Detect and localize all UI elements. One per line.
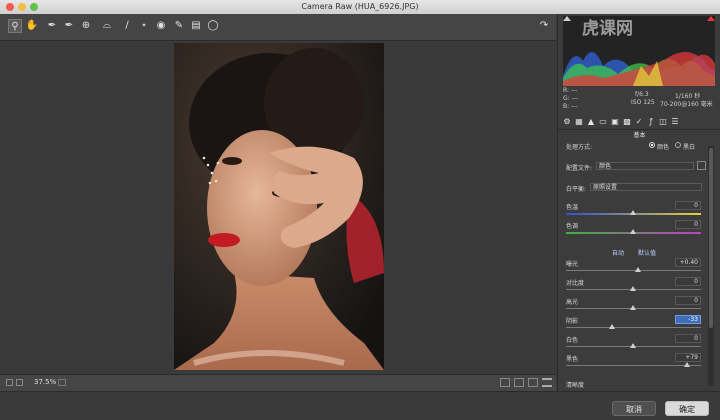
swap-settings-icon[interactable] <box>514 378 524 387</box>
lens-corrections-tab-icon[interactable]: ▩ <box>622 117 632 127</box>
panel-tabs: ⚙ ▦ ▲ ▭ ▣ ▩ ✓ ƒ ◫ ☰ <box>558 115 720 130</box>
profile-select[interactable]: 颜色 <box>596 162 694 170</box>
crop-icon[interactable]: ⌓ <box>100 19 114 33</box>
g-value: --- <box>571 95 579 102</box>
r-value: --- <box>570 87 578 94</box>
aperture: f/6.3 <box>635 91 649 98</box>
whites-value[interactable]: 0 <box>675 334 701 343</box>
b-label: B: <box>563 103 570 110</box>
treatment-bw-radio[interactable] <box>675 142 681 148</box>
blacks-label: 黑色 <box>566 356 579 363</box>
red-eye-icon[interactable]: ◉ <box>154 19 168 33</box>
fx-tab-icon[interactable]: ƒ <box>646 117 656 127</box>
white-balance-icon[interactable]: ✒ <box>45 19 59 33</box>
whites-slider-thumb[interactable] <box>630 343 636 348</box>
tone-curve-tab-icon[interactable]: ▦ <box>574 117 584 127</box>
open-preferences-icon[interactable]: ↷ <box>537 19 551 33</box>
white-balance-select[interactable]: 原照设置 <box>590 183 702 191</box>
basic-tab-icon[interactable]: ⚙ <box>562 117 572 127</box>
profile-browser-icon[interactable] <box>697 161 706 170</box>
detail-tab-icon[interactable]: ▲ <box>586 117 596 127</box>
temperature-value[interactable]: 0 <box>675 201 701 210</box>
section-title: 基本 <box>633 132 646 139</box>
highlights-value[interactable]: 0 <box>675 296 701 305</box>
clarity-label: 清晰度 <box>566 382 585 389</box>
tint-slider-thumb[interactable] <box>630 229 636 234</box>
tint-label: 色调 <box>566 223 579 230</box>
zoom-window-button[interactable] <box>30 3 38 11</box>
r-label: R: <box>563 87 570 94</box>
default-button[interactable]: 默认值 <box>638 248 656 257</box>
zoom-in-button[interactable] <box>16 379 23 386</box>
exposure-label: 曝光 <box>566 261 579 268</box>
spot-removal-icon[interactable]: ⋆ <box>137 19 151 33</box>
contrast-value[interactable]: 0 <box>675 277 701 286</box>
blacks-track[interactable] <box>566 365 701 366</box>
b-value: --- <box>571 103 578 110</box>
effects-tab-icon[interactable]: ✓ <box>634 117 644 127</box>
close-window-button[interactable] <box>6 3 14 11</box>
ok-button[interactable]: 确定 <box>665 401 709 416</box>
profile-label: 配置文件: <box>566 165 593 172</box>
zoom-dropdown-button[interactable] <box>58 379 66 386</box>
presets-tab-icon[interactable]: ☰ <box>670 117 680 127</box>
preview-status-bar: 37.5% <box>0 374 556 391</box>
targeted-adjustment-icon[interactable]: ⊕ <box>79 19 93 33</box>
auto-button[interactable]: 自动 <box>612 248 624 257</box>
radial-filter-icon[interactable]: ◯ <box>206 19 220 33</box>
calibration-tab-icon[interactable]: ◫ <box>658 117 668 127</box>
contrast-slider-thumb[interactable] <box>630 286 636 291</box>
blacks-value[interactable]: +79 <box>675 353 701 362</box>
iso: ISO 125 <box>631 99 655 106</box>
whites-label: 白色 <box>566 337 579 344</box>
highlights-slider-thumb[interactable] <box>630 305 636 310</box>
shadows-value[interactable]: -33 <box>675 315 701 324</box>
zoom-icon[interactable]: ⚲ <box>8 19 22 33</box>
hand-icon[interactable]: ✋ <box>25 19 39 33</box>
exposure-value[interactable]: +0.40 <box>675 258 701 267</box>
blacks-slider-thumb[interactable] <box>684 362 690 367</box>
scrollbar-thumb[interactable] <box>709 148 713 328</box>
temperature-label: 色温 <box>566 204 579 211</box>
adjustment-brush-icon[interactable]: ✎ <box>172 19 186 33</box>
dialog-footer: 取消 确定 <box>0 391 720 420</box>
treatment-color-label: 颜色 <box>657 144 670 151</box>
before-after-toggle-icon[interactable] <box>500 378 510 387</box>
treatment-color-radio[interactable] <box>649 142 655 148</box>
title-bar: Camera Raw (HUA_6926.JPG) <box>0 0 720 14</box>
straighten-icon[interactable]: ∕ <box>120 19 134 33</box>
graduated-filter-icon[interactable]: ▤ <box>189 19 203 33</box>
tint-value[interactable]: 0 <box>675 220 701 229</box>
highlights-label: 高光 <box>566 299 579 306</box>
portrait-image <box>174 43 384 370</box>
temperature-slider-thumb[interactable] <box>630 210 636 215</box>
zoom-out-button[interactable] <box>6 379 13 386</box>
color-sampler-icon[interactable]: ✒ <box>62 19 76 33</box>
focal-length: 70-200@160 毫米 <box>660 101 713 108</box>
window-title: Camera Raw (HUA_6926.JPG) <box>301 2 419 11</box>
minimize-window-button[interactable] <box>18 3 26 11</box>
treatment-bw-label: 黑白 <box>683 144 696 151</box>
shadows-track[interactable] <box>566 327 701 328</box>
exposure-track[interactable] <box>566 270 701 271</box>
panel-scrollbar[interactable] <box>708 146 714 386</box>
treatment-label: 处理方式: <box>566 144 593 151</box>
white-balance-label: 白平衡: <box>566 186 587 193</box>
shadows-slider-thumb[interactable] <box>609 324 615 329</box>
split-toning-tab-icon[interactable]: ▣ <box>610 117 620 127</box>
camera-info: R: --- G: --- B: --- f/6.3 1/160 秒 ISO 1… <box>563 86 715 112</box>
toolbar: ⚲ ✋ ✒ ✒ ⊕ ⌓ ∕ ⋆ ◉ ✎ ▤ ◯ ↷ <box>0 14 556 41</box>
exposure-slider-thumb[interactable] <box>635 267 641 272</box>
view-settings-icon[interactable] <box>542 378 552 387</box>
zoom-level[interactable]: 37.5% <box>34 378 56 386</box>
photo-preview[interactable] <box>174 43 384 370</box>
copy-settings-icon[interactable] <box>528 378 538 387</box>
watermark-logo: 虎课网 <box>582 19 633 39</box>
hsl-tab-icon[interactable]: ▭ <box>598 117 608 127</box>
shadows-label: 阴影 <box>566 318 579 325</box>
contrast-label: 对比度 <box>566 280 585 287</box>
adjustment-panel: R: --- G: --- B: --- f/6.3 1/160 秒 ISO 1… <box>557 14 720 391</box>
g-label: G: <box>563 95 570 102</box>
cancel-button[interactable]: 取消 <box>612 401 656 416</box>
